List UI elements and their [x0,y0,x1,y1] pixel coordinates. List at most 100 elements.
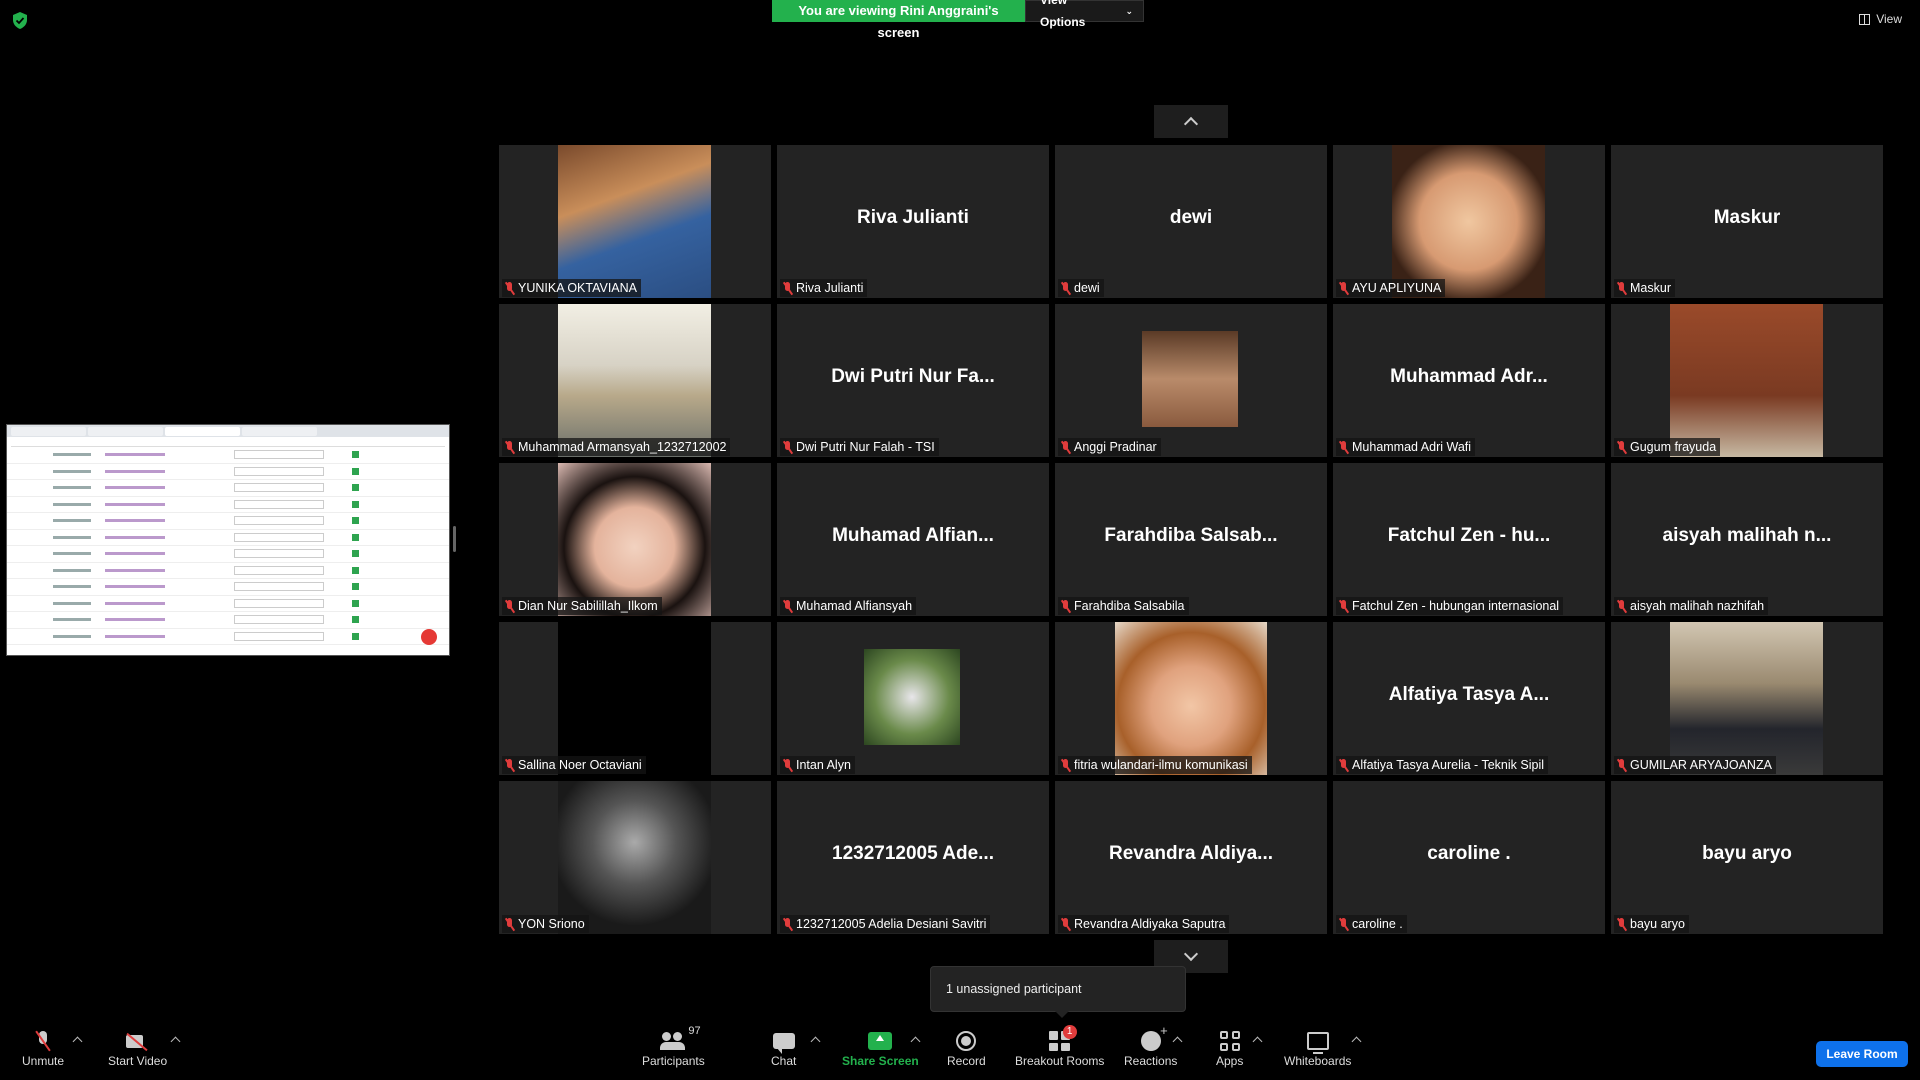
microphone-muted-icon [36,1031,50,1051]
participant-name-bar: Sallina Noer Octaviani [502,756,646,774]
participant-tile[interactable]: Intan Alyn [777,622,1049,775]
view-button[interactable]: View [1859,12,1902,26]
participant-tile[interactable]: fitria wulandari-ilmu komunikasi [1055,622,1327,775]
participant-name-bar: Muhamad Alfiansyah [780,597,917,615]
shared-table-row [7,513,449,530]
participant-tile[interactable]: GUMILAR ARYAJOANZA [1611,622,1883,775]
participant-video [1392,145,1545,298]
participant-name: Dwi Putri Nur Falah - TSI [796,440,935,454]
participants-icon [660,1032,686,1050]
participant-tile[interactable]: Riva Julianti Riva Julianti [777,145,1049,298]
unassigned-participant-tooltip: 1 unassigned participant [930,966,1186,1018]
participant-tile[interactable]: Maskur Maskur [1611,145,1883,298]
share-screen-button[interactable]: Share Screen [842,1028,919,1068]
participant-tile[interactable]: 1232712005 Ade... 1232712005 Adelia Desia… [777,781,1049,934]
participant-tile[interactable]: YUNIKA OKTAVIANA [499,145,771,298]
leave-room-button[interactable]: Leave Room [1816,1041,1908,1067]
apps-button[interactable]: Apps [1216,1028,1243,1068]
participants-button[interactable]: 97 Participants [642,1025,705,1068]
participant-tile[interactable]: Sallina Noer Octaviani [499,622,771,775]
microphone-muted-icon [504,917,514,931]
breakout-rooms-button[interactable]: 1 Breakout Rooms [1015,1025,1104,1068]
unmute-button[interactable]: Unmute [22,1028,64,1068]
participant-name: Maskur [1630,281,1671,295]
start-video-label: Start Video [108,1054,168,1068]
participant-video [558,463,711,616]
microphone-muted-icon [504,599,514,613]
participant-display-name: Fatchul Zen - hu... [1387,525,1551,546]
participant-tile[interactable]: Muhamad Alfian... Muhamad Alfiansyah [777,463,1049,616]
microphone-muted-icon [1616,440,1626,454]
microphone-muted-icon [1060,281,1070,295]
participant-display-name: Muhamad Alfian... [832,525,994,546]
participant-display-name: Dwi Putri Nur Fa... [831,366,995,387]
participant-video [558,145,711,298]
view-options-button[interactable]: View Options ⌄ [1025,0,1144,29]
participant-tile[interactable]: Fatchul Zen - hu... Fatchul Zen - hubunga… [1333,463,1605,616]
participant-tile[interactable]: caroline . caroline . [1333,781,1605,934]
microphone-muted-icon [1338,758,1348,772]
gallery-view-icon [1859,13,1871,25]
start-video-button[interactable]: Start Video [108,1028,167,1068]
chevron-up-icon [1183,116,1199,132]
chat-icon [772,1033,795,1054]
browser-tabs [7,425,449,437]
participant-name-bar: dewi [1058,279,1104,297]
participant-tile[interactable]: Muhammad Armansyah_1232712002 [499,304,771,457]
record-button[interactable]: Record [947,1028,986,1068]
microphone-muted-icon [1060,758,1070,772]
participants-label: Participants [642,1054,705,1068]
participant-name: Muhammad Adri Wafi [1352,440,1472,454]
participant-tile[interactable]: dewi dewi [1055,145,1327,298]
participant-tile[interactable]: Revandra Aldiya... Revandra Aldiyaka Sapu… [1055,781,1327,934]
participant-video [558,304,711,457]
reactions-button[interactable]: Reactions [1124,1023,1177,1068]
whiteboards-button[interactable]: Whiteboards [1284,1028,1351,1068]
participant-display-name: bayu aryo [1702,843,1792,864]
participant-name: Intan Alyn [796,758,851,772]
breakout-badge: 1 [1062,1025,1077,1039]
microphone-muted-icon [1060,917,1070,931]
participant-name-bar: bayu aryo [1614,915,1689,933]
shared-table-row [7,447,449,464]
chat-button[interactable]: Chat [771,1028,796,1068]
shared-table-row [7,579,449,596]
participant-tile[interactable]: Anggi Pradinar [1055,304,1327,457]
microphone-muted-icon [782,917,792,931]
participant-name-bar: Anggi Pradinar [1058,438,1161,456]
microphone-muted-icon [782,758,792,772]
participant-video [1115,622,1267,775]
participant-tile[interactable]: AYU APLIYUNA [1333,145,1605,298]
participant-name: Alfatiya Tasya Aurelia - Teknik Sipil [1352,758,1544,772]
resize-handle[interactable] [453,526,456,552]
shared-screen-thumbnail[interactable] [6,424,450,656]
participant-tile[interactable]: Muhammad Adr... Muhammad Adri Wafi [1333,304,1605,457]
shared-table-row [7,629,449,645]
shared-table-row [7,530,449,546]
participant-tile[interactable]: Dian Nur Sabilillah_Ilkom [499,463,771,616]
participant-tile[interactable]: Dwi Putri Nur Fa... Dwi Putri Nur Falah -… [777,304,1049,457]
participant-tile[interactable]: Alfatiya Tasya A... Alfatiya Tasya Aureli… [1333,622,1605,775]
participant-tile[interactable]: Farahdiba Salsab... Farahdiba Salsabila [1055,463,1327,616]
participant-tile[interactable]: bayu aryo bayu aryo [1611,781,1883,934]
participant-name: Dian Nur Sabilillah_Ilkom [518,599,658,613]
apps-icon [1219,1031,1240,1051]
participant-tile[interactable]: YON Sriono [499,781,771,934]
participant-name-bar: Gugum frayuda [1614,438,1721,456]
shared-table [7,447,449,645]
microphone-muted-icon [504,281,514,295]
gallery-page-up-button[interactable] [1154,105,1228,138]
whiteboards-label: Whiteboards [1284,1054,1352,1068]
participant-name-bar: Muhammad Armansyah_1232712002 [502,438,731,456]
chevron-down-icon [1183,946,1199,962]
microphone-muted-icon [782,281,792,295]
microphone-muted-icon [1060,599,1070,613]
participant-name-bar: YON Sriono [502,915,589,933]
participant-tile[interactable]: aisyah malihah n... aisyah malihah nazhif… [1611,463,1883,616]
participant-tile[interactable]: Gugum frayuda [1611,304,1883,457]
participant-name: caroline . [1352,917,1403,931]
security-shield-icon[interactable] [12,12,28,29]
shared-table-row [7,480,449,497]
video-off-icon [125,1033,150,1049]
shared-table-row [7,563,449,579]
